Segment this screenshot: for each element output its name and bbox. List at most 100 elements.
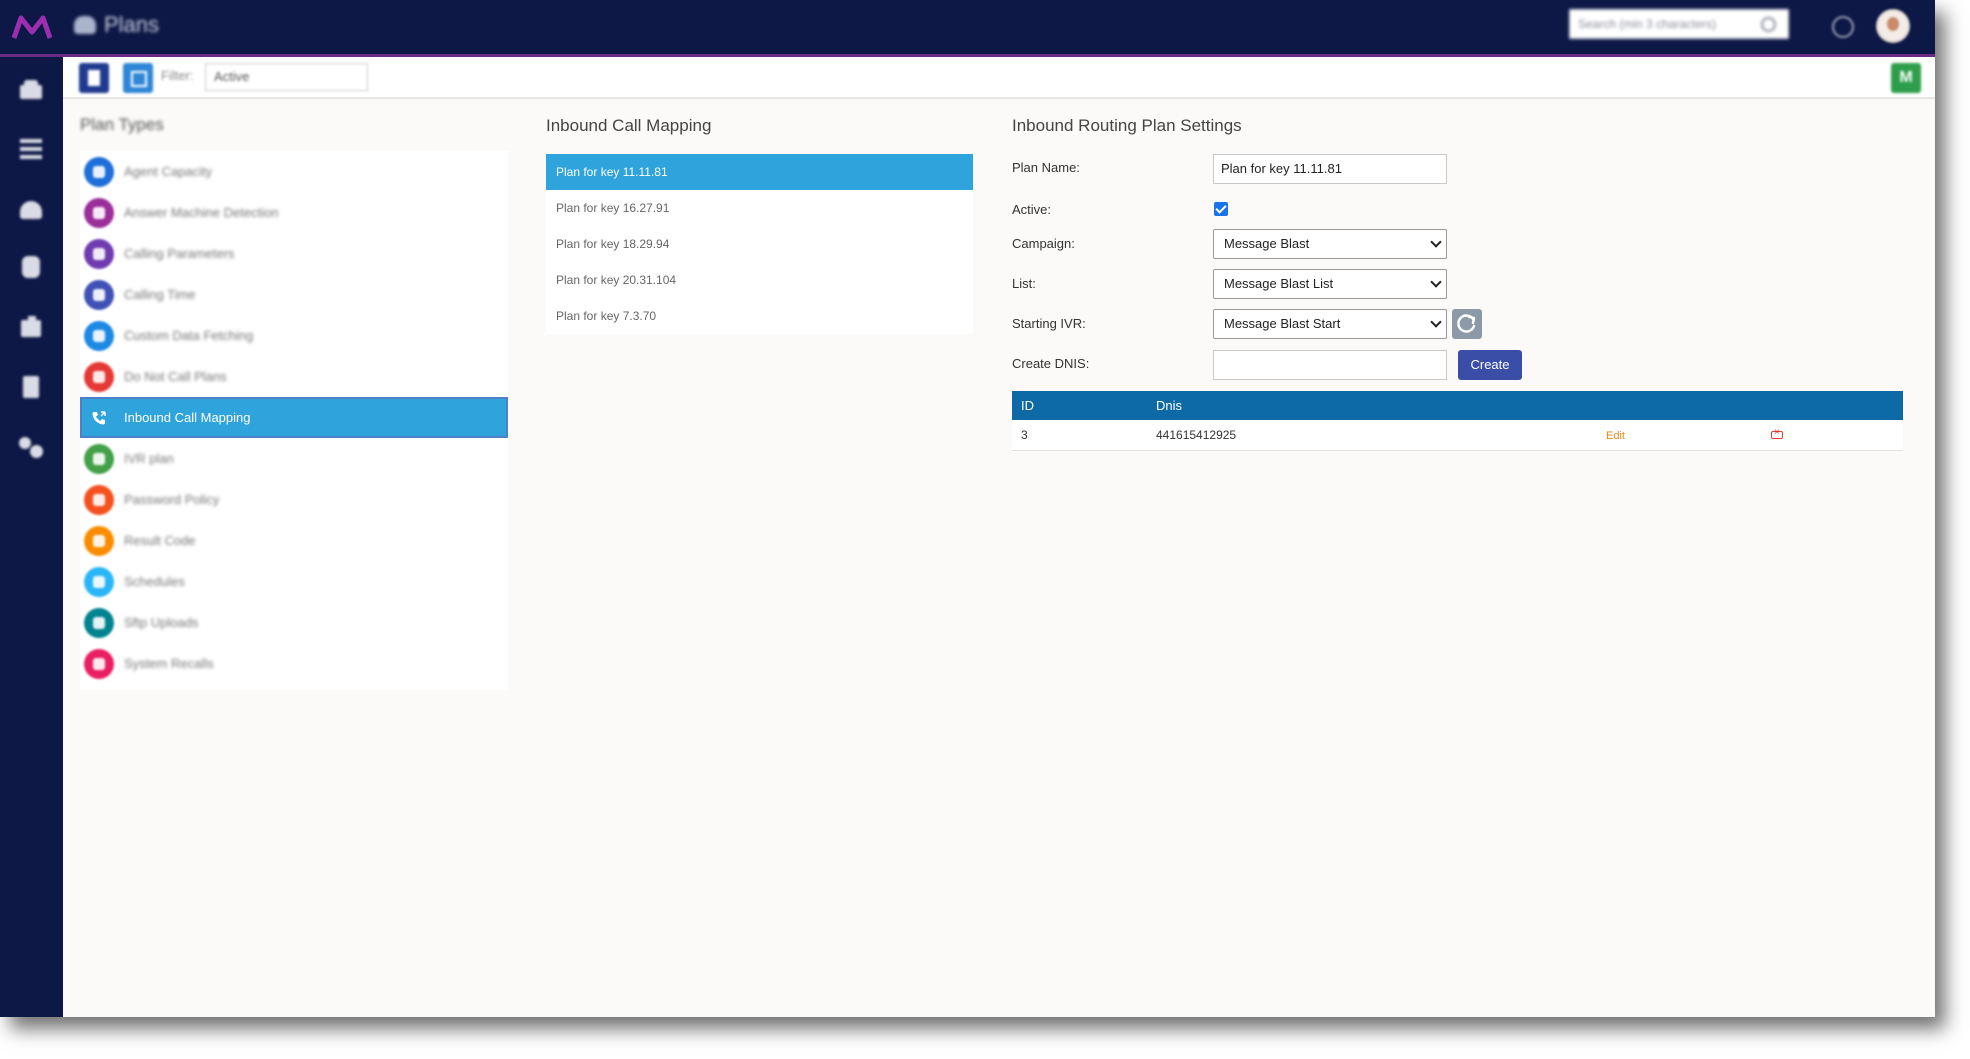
cell-id: 3 <box>1012 420 1147 451</box>
chevron-down-icon <box>1430 316 1442 328</box>
plan-type-icon <box>84 566 114 597</box>
plan-name-label: Plan Name: <box>1012 160 1080 175</box>
plan-type-icon <box>84 443 114 474</box>
plan-type-item[interactable]: Calling Time <box>80 274 508 315</box>
plan-type-label: Custom Data Fetching <box>124 328 254 343</box>
active-checkbox[interactable] <box>1214 202 1228 216</box>
column-header-edit <box>1597 391 1762 420</box>
toolbar-action-button[interactable]: M <box>1891 63 1921 93</box>
app-window: Plans Search (min 3 characters) Filter: … <box>0 0 1935 1017</box>
plan-type-icon <box>84 197 114 228</box>
starting-ivr-select-value: Message Blast Start <box>1224 316 1341 331</box>
starting-ivr-label: Starting IVR: <box>1012 316 1086 331</box>
list-select-value: Message Blast List <box>1224 276 1334 291</box>
column-header-id: ID <box>1012 391 1147 420</box>
plan-type-label: Calling Time <box>124 287 196 302</box>
starting-ivr-select[interactable]: Message Blast Start <box>1213 309 1447 339</box>
top-bar: Plans Search (min 3 characters) <box>0 0 1935 54</box>
plan-type-item[interactable]: Calling Parameters <box>80 233 508 274</box>
campaign-select-value: Message Blast <box>1224 236 1310 251</box>
plan-type-label: Sftp Uploads <box>124 615 199 630</box>
list-label: List: <box>1012 276 1036 291</box>
dnis-table: ID Dnis 3 441615412925 Edit <box>1012 391 1903 451</box>
plan-type-icon <box>84 648 114 679</box>
plan-list-item[interactable]: Plan for key 7.3.70 <box>546 298 973 334</box>
plan-name-input[interactable]: Plan for key 11.11.81 <box>1213 154 1447 184</box>
left-nav <box>0 57 63 1017</box>
plan-type-label: Result Code <box>124 533 196 548</box>
settings-nav-icon[interactable] <box>18 435 44 459</box>
plan-list-item[interactable]: Plan for key 18.29.94 <box>546 226 973 262</box>
plan-type-label: System Recalls <box>124 656 214 671</box>
help-icon[interactable] <box>1832 16 1854 38</box>
edit-link[interactable]: Edit <box>1606 430 1625 442</box>
column-header-dnis: Dnis <box>1147 391 1597 420</box>
create-dnis-button[interactable]: Create <box>1458 350 1522 380</box>
plan-type-item[interactable]: Password Policy <box>80 479 508 520</box>
phone-icon <box>84 402 114 433</box>
plan-type-icon <box>84 279 114 310</box>
plan-type-label: Agent Capacity <box>124 164 213 179</box>
plan-types-title: Plan Types <box>80 115 164 134</box>
plan-type-label: Schedules <box>124 574 185 589</box>
page-title: Plans <box>104 12 160 37</box>
plan-type-item[interactable]: Sftp Uploads <box>80 602 508 643</box>
plan-types-list: Agent Capacity Answer Machine Detection Ca… <box>80 151 508 690</box>
plan-type-item[interactable]: Answer Machine Detection <box>80 192 508 233</box>
plan-type-item[interactable]: Custom Data Fetching <box>80 315 508 356</box>
dashboard-nav-icon[interactable] <box>18 77 44 101</box>
plan-type-icon <box>84 320 114 351</box>
plan-type-item[interactable]: System Recalls <box>80 643 508 684</box>
page-heading: Plans <box>74 12 159 38</box>
plan-list-item[interactable]: Plan for key 16.27.91 <box>546 190 973 226</box>
user-avatar[interactable] <box>1876 9 1910 43</box>
dnis-table-header: ID Dnis <box>1012 391 1903 420</box>
database-nav-icon[interactable] <box>18 255 44 279</box>
plan-type-label: IVR plan <box>124 451 174 466</box>
refresh-icon <box>1457 314 1476 333</box>
speedometer-nav-icon[interactable] <box>18 197 44 221</box>
plan-type-item[interactable]: Schedules <box>80 561 508 602</box>
settings-title: Inbound Routing Plan Settings <box>1012 116 1242 135</box>
plan-list-item[interactable]: Plan for key 20.31.104 <box>546 262 973 298</box>
copy-button[interactable] <box>123 63 153 93</box>
plan-type-item[interactable]: Agent Capacity <box>80 151 508 192</box>
plan-name-value: Plan for key 11.11.81 <box>1221 161 1342 176</box>
reports-nav-icon[interactable] <box>18 315 44 339</box>
search-icon[interactable] <box>1761 16 1776 32</box>
global-search-input[interactable]: Search (min 3 characters) <box>1569 9 1789 39</box>
plan-type-item[interactable]: Do Not Call Plans <box>80 356 508 397</box>
plan-type-item[interactable]: Result Code <box>80 520 508 561</box>
app-logo[interactable] <box>10 10 54 44</box>
plan-type-label: Answer Machine Detection <box>124 205 279 220</box>
list-select[interactable]: Message Blast List <box>1213 269 1447 299</box>
plan-type-icon <box>84 238 114 269</box>
grid-nav-icon[interactable] <box>18 137 44 161</box>
create-dnis-label: Create DNIS: <box>1012 356 1090 371</box>
chevron-down-icon <box>1430 236 1442 248</box>
plan-type-item[interactable]: IVR plan <box>80 438 508 479</box>
document-nav-icon[interactable] <box>18 375 44 399</box>
inbound-mapping-title: Inbound Call Mapping <box>546 116 712 135</box>
campaign-select[interactable]: Message Blast <box>1213 229 1447 259</box>
campaign-label: Campaign: <box>1012 236 1075 251</box>
plan-type-label: Inbound Call Mapping <box>124 410 251 425</box>
plan-list: Plan for key 11.11.81 Plan for key 16.27.… <box>546 154 973 334</box>
plans-icon <box>74 16 96 34</box>
plan-type-label: Calling Parameters <box>124 246 235 261</box>
plan-type-item[interactable]: Inbound Call Mapping <box>80 397 508 438</box>
delete-icon[interactable] <box>1771 427 1783 439</box>
filter-select[interactable]: Active <box>205 63 368 91</box>
refresh-ivr-button[interactable] <box>1452 309 1482 339</box>
plan-type-icon <box>84 525 114 556</box>
plan-type-icon <box>84 484 114 515</box>
filter-label: Filter: <box>161 68 194 83</box>
plan-list-item[interactable]: Plan for key 11.11.81 <box>546 154 973 190</box>
plan-type-label: Do Not Call Plans <box>124 369 227 384</box>
plan-type-icon <box>84 156 114 187</box>
new-document-button[interactable] <box>79 63 109 93</box>
filter-select-value: Active <box>214 69 250 84</box>
table-row: 3 441615412925 Edit <box>1012 420 1903 451</box>
toolbar: Filter: Active M <box>63 57 1935 99</box>
create-dnis-input[interactable] <box>1213 350 1447 380</box>
